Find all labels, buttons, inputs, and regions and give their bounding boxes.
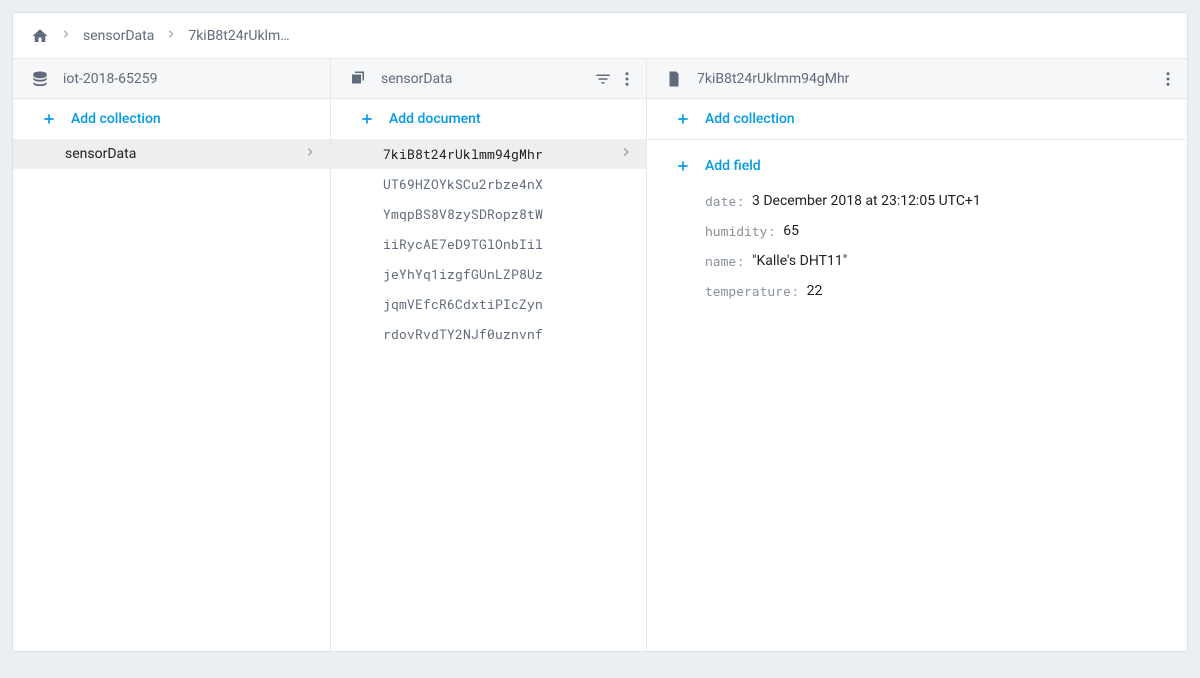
- add-document-label: Add document: [389, 111, 481, 127]
- project-column: iot-2018-65259 Add collection sensorData: [13, 59, 331, 651]
- collection-item[interactable]: sensorData: [13, 139, 330, 169]
- chevron-right-icon: [164, 27, 178, 45]
- document-item-label: jqmVEfcR6CdxtiPIcZyn: [383, 295, 543, 313]
- document-item-label: 7kiB8t24rUklmm94gMhr: [383, 145, 543, 163]
- collection-icon: [349, 70, 367, 88]
- document-item-label: UT69HZOYkSCu2rbze4nX: [383, 175, 543, 193]
- project-column-header: iot-2018-65259: [13, 59, 330, 99]
- document-item[interactable]: jqmVEfcR6CdxtiPIcZyn: [331, 289, 646, 319]
- fields-container: Add field date: 3 December 2018 at 23:12…: [647, 139, 1187, 306]
- field-row[interactable]: name: "Kalle's DHT11": [675, 246, 1187, 276]
- document-id-label: 7kiB8t24rUklmm94gMhr: [697, 71, 849, 87]
- firestore-data-panel: sensorData 7kiB8t24rUklm… iot-2018-65259…: [12, 12, 1188, 652]
- document-item[interactable]: YmqpBS8V8zySDRopz8tW: [331, 199, 646, 229]
- add-subcollection-button[interactable]: Add collection: [647, 99, 1187, 139]
- add-document-button[interactable]: Add document: [331, 99, 646, 139]
- document-item[interactable]: 7kiB8t24rUklmm94gMhr: [331, 139, 646, 169]
- breadcrumb-item-document[interactable]: 7kiB8t24rUklm…: [188, 28, 289, 44]
- document-item-label: iiRycAE7eD9TGlOnbIil: [383, 235, 543, 253]
- document-item-label: jeYhYq1izgfGUnLZP8Uz: [383, 265, 543, 283]
- document-column-header: 7kiB8t24rUklmm94gMhr: [647, 59, 1187, 99]
- add-field-label: Add field: [705, 158, 761, 174]
- plus-icon: [359, 111, 375, 127]
- document-item[interactable]: iiRycAE7eD9TGlOnbIil: [331, 229, 646, 259]
- collections-list: sensorData: [13, 139, 330, 651]
- columns-container: iot-2018-65259 Add collection sensorData: [13, 59, 1187, 651]
- field-value: 65: [783, 223, 799, 239]
- field-value: 22: [807, 283, 823, 299]
- breadcrumb: sensorData 7kiB8t24rUklm…: [13, 13, 1187, 59]
- project-id-label: iot-2018-65259: [63, 71, 158, 87]
- add-field-button[interactable]: Add field: [675, 146, 1187, 186]
- field-key: date:: [705, 192, 744, 210]
- field-value: 3 December 2018 at 23:12:05 UTC+1: [752, 193, 981, 209]
- chevron-right-icon: [302, 144, 318, 164]
- document-item[interactable]: jeYhYq1izgfGUnLZP8Uz: [331, 259, 646, 289]
- document-item[interactable]: rdovRvdTY2NJf0uznvnf: [331, 319, 646, 349]
- documents-list: 7kiB8t24rUklmm94gMhr UT69HZOYkSCu2rbze4n…: [331, 139, 646, 651]
- database-icon: [31, 70, 49, 88]
- collection-item-label: sensorData: [65, 146, 136, 162]
- collection-name-label: sensorData: [381, 71, 452, 87]
- breadcrumb-home[interactable]: [31, 27, 49, 45]
- document-column: 7kiB8t24rUklmm94gMhr Add collection Add …: [647, 59, 1187, 651]
- collection-column-header: sensorData: [331, 59, 646, 99]
- field-value: "Kalle's DHT11": [752, 253, 847, 269]
- add-subcollection-label: Add collection: [705, 111, 795, 127]
- field-key: humidity:: [705, 222, 775, 240]
- chevron-right-icon: [618, 144, 634, 164]
- overflow-menu-icon[interactable]: [618, 70, 636, 88]
- document-icon: [665, 70, 683, 88]
- breadcrumb-item-collection[interactable]: sensorData: [83, 28, 154, 44]
- document-item-label: YmqpBS8V8zySDRopz8tW: [383, 205, 543, 223]
- field-row[interactable]: temperature: 22: [675, 276, 1187, 306]
- document-item[interactable]: UT69HZOYkSCu2rbze4nX: [331, 169, 646, 199]
- field-row[interactable]: date: 3 December 2018 at 23:12:05 UTC+1: [675, 186, 1187, 216]
- field-row[interactable]: humidity: 65: [675, 216, 1187, 246]
- chevron-right-icon: [59, 27, 73, 45]
- filter-icon[interactable]: [594, 70, 612, 88]
- plus-icon: [41, 111, 57, 127]
- plus-icon: [675, 158, 691, 174]
- field-key: temperature:: [705, 282, 799, 300]
- add-collection-label: Add collection: [71, 111, 161, 127]
- plus-icon: [675, 111, 691, 127]
- home-icon: [31, 27, 49, 45]
- field-key: name:: [705, 252, 744, 270]
- document-item-label: rdovRvdTY2NJf0uznvnf: [383, 325, 543, 343]
- overflow-menu-icon[interactable]: [1159, 70, 1177, 88]
- add-collection-button[interactable]: Add collection: [13, 99, 330, 139]
- collection-column: sensorData Add document 7kiB8t24rUklmm94…: [331, 59, 647, 651]
